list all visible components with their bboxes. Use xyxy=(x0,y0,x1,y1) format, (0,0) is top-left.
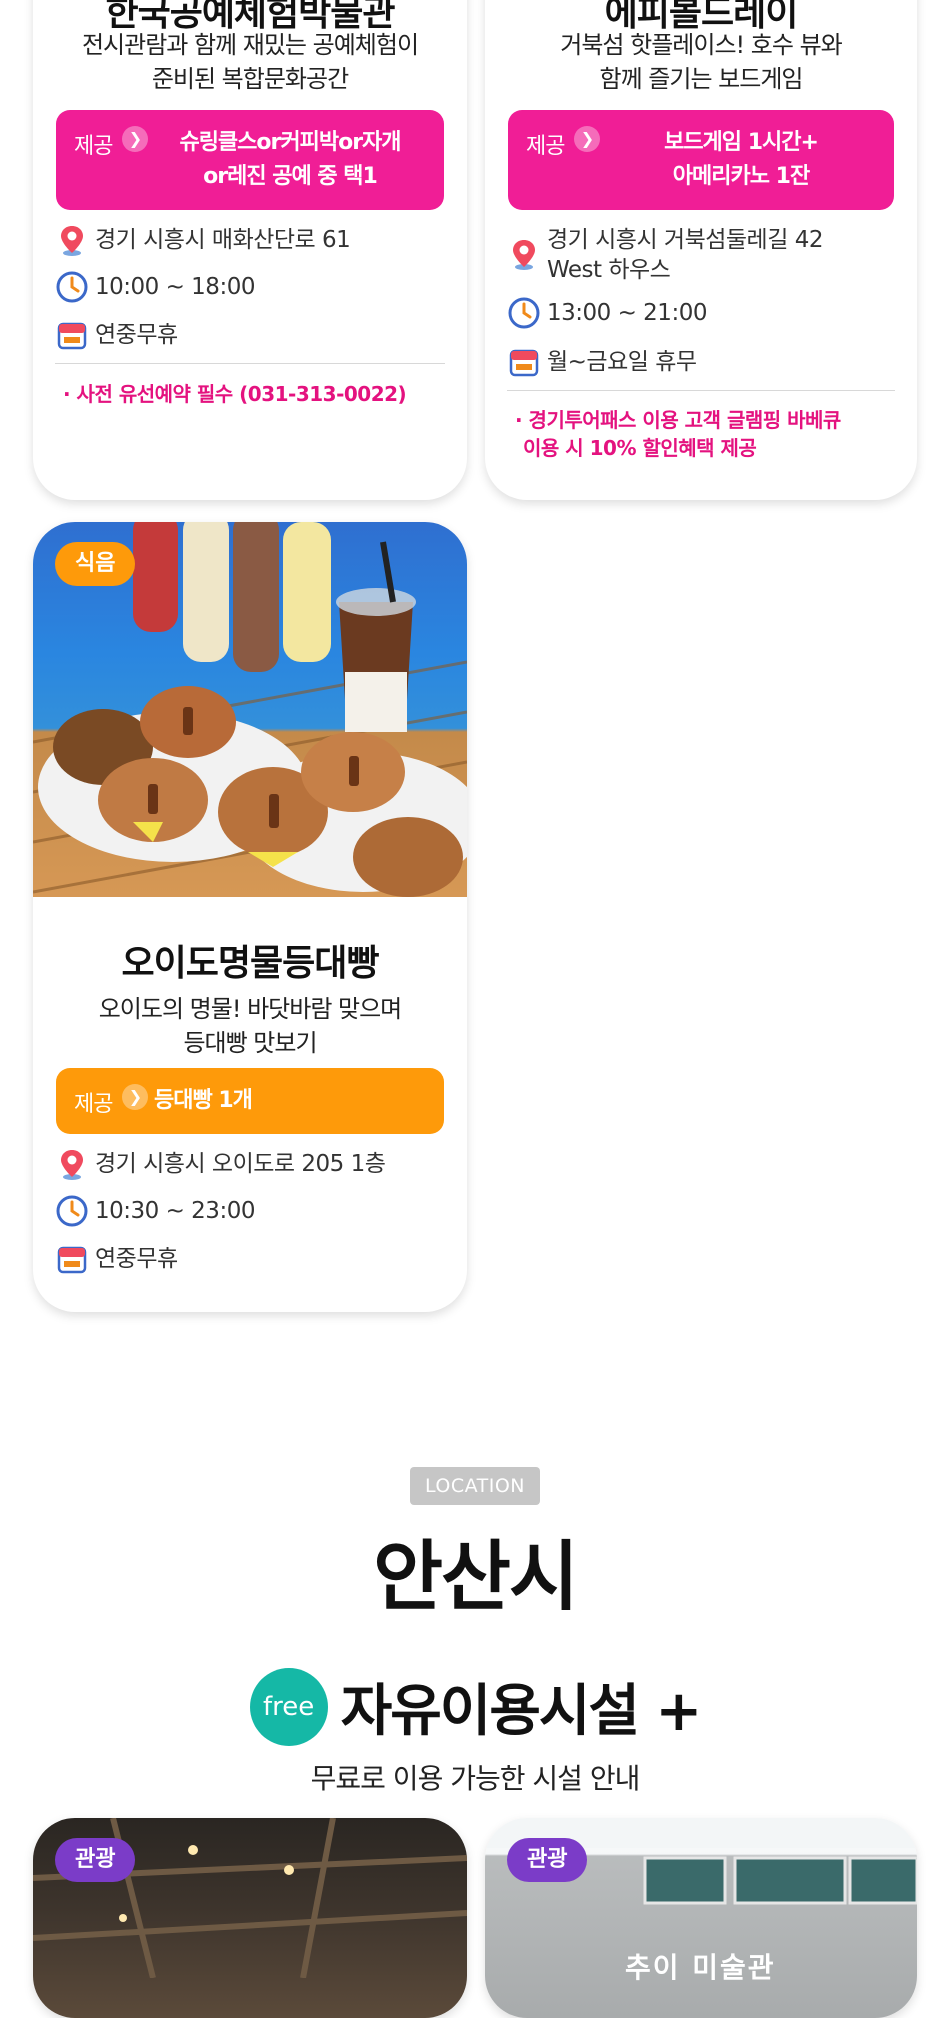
city-title: 안산시 xyxy=(373,1532,579,1621)
hours-row: 13:00 ~ 21:00 xyxy=(507,296,897,330)
hours-text: 10:00 ~ 18:00 xyxy=(95,274,255,300)
address-row: 경기 시흥시 오이도로 205 1층 xyxy=(55,1147,447,1181)
card-description: 전시관람과 함께 재밌는 공예체험이 준비된 복합문화공간 xyxy=(81,31,419,93)
chevron-right-icon: ❯ xyxy=(574,126,600,152)
clock-icon xyxy=(508,297,540,329)
closed-row: 연중무휴 xyxy=(55,1242,447,1276)
address-text: 경기 시흥시 오이도로 205 1층 xyxy=(95,1151,386,1177)
closed-row: 월~금요일 휴무 xyxy=(507,345,897,379)
closed-row: 연중무휴 xyxy=(55,318,447,352)
facility-card-boardgame[interactable]: 에피볼드레이 거북섬 핫플레이스! 호수 뷰와 함께 즐기는 보드게임 제공 ❯… xyxy=(485,0,917,500)
hours-text: 10:30 ~ 23:00 xyxy=(95,1198,255,1224)
category-badge: 관광 xyxy=(55,1838,136,1882)
calendar-icon xyxy=(509,349,539,377)
free-section-title: 자유이용시설 + xyxy=(340,1679,703,1744)
hours-text: 13:00 ~ 21:00 xyxy=(547,300,707,326)
address-row: 경기 시흥시 매화산단로 61 xyxy=(55,223,447,257)
divider xyxy=(55,363,445,364)
facility-card-bottom-right[interactable]: 추이 미술관 관광 xyxy=(485,1818,917,2018)
location-pin-icon xyxy=(61,226,83,256)
chevron-right-icon: ❯ xyxy=(122,1084,148,1110)
offer-box: 제공 ❯ 등대빵 1개 xyxy=(56,1068,444,1134)
closed-text: 연중무휴 xyxy=(95,1246,178,1272)
location-pin-icon xyxy=(513,240,535,270)
address-row: 경기 시흥시 거북섬둘레길 42 West 하우스 xyxy=(507,223,897,287)
category-badge: 식음 xyxy=(55,542,136,586)
facility-card-craft[interactable]: 한국공예체험박물관 전시관람과 함께 재밌는 공예체험이 준비된 복합문화공간 … xyxy=(33,0,467,500)
calendar-icon xyxy=(57,1246,87,1274)
divider xyxy=(507,390,895,391)
offer-label: 제공 xyxy=(74,134,113,159)
category-badge: 관광 xyxy=(507,1838,588,1882)
calendar-icon xyxy=(57,322,87,350)
offer-text: 슈링클스or커피박or자개 or레진 공예 중 택1 xyxy=(179,130,401,189)
facility-card-bread[interactable]: 식음 오이도명물등대빵 오이도의 명물! 바닷바람 맞으며 등대빵 맛보기 제공… xyxy=(33,522,467,1312)
building-sign-text: 추이 미술관 xyxy=(625,1951,776,1984)
offer-box: 제공 ❯ 슈링클스or커피박or자개 or레진 공예 중 택1 xyxy=(56,110,444,210)
offer-label: 제공 xyxy=(74,1092,113,1117)
hours-row: 10:00 ~ 18:00 xyxy=(55,270,447,304)
free-section-header: free 자유이용시설 + xyxy=(0,1666,950,1746)
address-text: 경기 시흥시 거북섬둘레길 42 West 하우스 xyxy=(547,227,823,283)
address-text: 경기 시흥시 매화산단로 61 xyxy=(95,227,351,253)
free-section-subtitle: 무료로 이용 가능한 시설 안내 xyxy=(310,1762,641,1795)
closed-text: 연중무휴 xyxy=(95,322,178,348)
offer-label: 제공 xyxy=(526,134,565,159)
offer-text: 보드게임 1시간+ 아메리카노 1잔 xyxy=(664,130,819,189)
clock-icon xyxy=(56,271,88,303)
offer-text: 등대빵 1개 xyxy=(154,1088,253,1113)
notice-text: · 사전 유선예약 필수 (031-313-0022) xyxy=(63,382,407,406)
free-badge: free xyxy=(249,1667,328,1746)
clock-icon xyxy=(56,1195,88,1227)
offer-box: 제공 ❯ 보드게임 1시간+ 아메리카노 1잔 xyxy=(508,110,894,210)
chevron-right-icon: ❯ xyxy=(122,126,148,152)
closed-text: 월~금요일 휴무 xyxy=(547,349,697,375)
location-tag: LOCATION xyxy=(410,1467,540,1505)
location-pin-icon xyxy=(61,1150,83,1180)
card-description: 거북섬 핫플레이스! 호수 뷰와 함께 즐기는 보드게임 xyxy=(560,31,842,93)
notice-text: · 경기투어패스 이용 고객 글램핑 바베큐 이용 시 10% 할인혜택 제공 xyxy=(515,408,841,460)
card-title: 오이도명물등대빵 xyxy=(121,943,380,984)
card-description: 오이도의 명물! 바닷바람 맞으며 등대빵 맛보기 xyxy=(98,995,403,1057)
hours-row: 10:30 ~ 23:00 xyxy=(55,1194,447,1228)
facility-card-bottom-left[interactable]: 관광 xyxy=(33,1818,467,2018)
